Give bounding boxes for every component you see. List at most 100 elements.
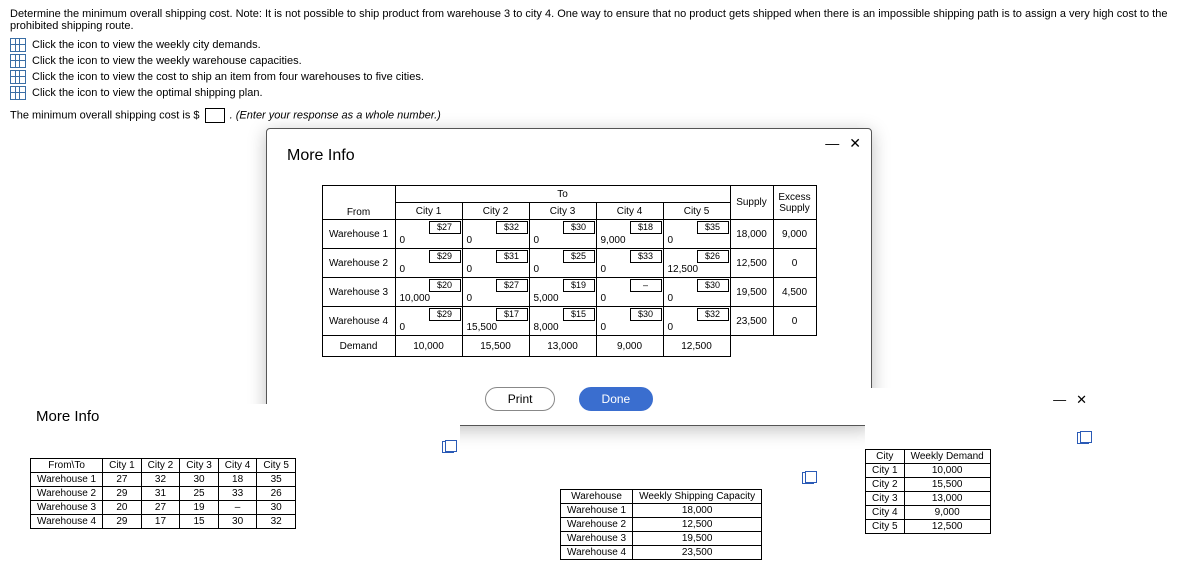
flow: 0 bbox=[668, 322, 674, 333]
th: Weekly Shipping Capacity bbox=[633, 490, 762, 504]
copy-icon[interactable] bbox=[802, 472, 814, 484]
cost: $27 bbox=[429, 221, 461, 234]
solved-table: From To Supply Excess Supply City 1 City… bbox=[322, 185, 817, 357]
th: City 2 bbox=[141, 459, 180, 473]
demand: 10,000 bbox=[395, 336, 462, 357]
demand-table: CityWeekly Demand City 110,000 City 215,… bbox=[865, 449, 991, 534]
th: Warehouse bbox=[561, 490, 633, 504]
excess: 0 bbox=[773, 249, 816, 278]
flow: 0 bbox=[467, 264, 473, 275]
th: From\To bbox=[31, 459, 103, 473]
demand-panel: — ✕ CityWeekly Demand City 110,000 City … bbox=[865, 388, 1095, 534]
table-row: City 512,500 bbox=[866, 520, 991, 534]
modal-title: More Info bbox=[287, 147, 857, 165]
close-icon[interactable]: ✕ bbox=[1076, 392, 1087, 408]
table-row: Warehouse 4 $290 $1715,500 $158,000 $300… bbox=[322, 307, 816, 336]
supply-header: Supply bbox=[730, 186, 773, 220]
col-city1: City 1 bbox=[395, 203, 462, 220]
cost: $18 bbox=[630, 221, 662, 234]
th: City bbox=[866, 450, 905, 464]
demand: 15,500 bbox=[462, 336, 529, 357]
link-city-demands[interactable]: Click the icon to view the weekly city d… bbox=[32, 39, 261, 51]
col-city2: City 2 bbox=[462, 203, 529, 220]
table-icon[interactable] bbox=[10, 86, 26, 100]
demand: 9,000 bbox=[596, 336, 663, 357]
table-icon[interactable] bbox=[10, 70, 26, 84]
copy-icon[interactable] bbox=[442, 441, 454, 453]
cost: – bbox=[630, 279, 662, 292]
table-row: Warehouse 2 $290 $310 $250 $330 $2612,50… bbox=[322, 249, 816, 278]
link-optimal-plan[interactable]: Click the icon to view the optimal shipp… bbox=[32, 87, 263, 99]
cost: $35 bbox=[697, 221, 729, 234]
cost: $31 bbox=[496, 250, 528, 263]
th: City 3 bbox=[180, 459, 219, 473]
flow: 0 bbox=[467, 235, 473, 246]
th: City 1 bbox=[103, 459, 142, 473]
link-shipping-costs[interactable]: Click the icon to view the cost to ship … bbox=[32, 71, 424, 83]
flow: 0 bbox=[668, 293, 674, 304]
more-info-modal: — ✕ More Info From To Supply Excess Supp… bbox=[266, 128, 872, 426]
cost-table: From\To City 1 City 2 City 3 City 4 City… bbox=[30, 458, 296, 529]
supply: 18,000 bbox=[730, 220, 773, 249]
cost: $29 bbox=[429, 308, 461, 321]
flow: 10,000 bbox=[400, 293, 431, 304]
minimize-icon[interactable]: — bbox=[1053, 392, 1066, 408]
demand-row: Demand 10,000 15,500 13,000 9,000 12,500 bbox=[322, 336, 816, 357]
panel-title: More Info bbox=[36, 408, 460, 425]
cost: $30 bbox=[630, 308, 662, 321]
flow: 0 bbox=[534, 235, 540, 246]
row-label: Warehouse 3 bbox=[322, 278, 395, 307]
table-row: Warehouse 1 $27 0 $32 0 $30 0 $18 9,000 $35 0… bbox=[322, 220, 816, 249]
col-city3: City 3 bbox=[529, 203, 596, 220]
table-row: Warehouse 42917153032 bbox=[31, 515, 296, 529]
demand: 13,000 bbox=[529, 336, 596, 357]
excess: 4,500 bbox=[773, 278, 816, 307]
flow: 0 bbox=[400, 235, 406, 246]
excess: 9,000 bbox=[773, 220, 816, 249]
col-city5: City 5 bbox=[663, 203, 730, 220]
print-button[interactable]: Print bbox=[485, 387, 556, 411]
answer-input[interactable] bbox=[205, 108, 225, 123]
question-text: Determine the minimum overall shipping c… bbox=[10, 8, 1200, 32]
demand-label: Demand bbox=[322, 336, 395, 357]
copy-icon[interactable] bbox=[1077, 432, 1089, 444]
table-row: Warehouse 12732301835 bbox=[31, 473, 296, 487]
flow: 0 bbox=[668, 235, 674, 246]
th: Weekly Demand bbox=[904, 450, 990, 464]
table-row: Warehouse 22931253326 bbox=[31, 487, 296, 501]
table-row: City 313,000 bbox=[866, 492, 991, 506]
row-label: Warehouse 2 bbox=[322, 249, 395, 278]
flow: 15,500 bbox=[467, 322, 498, 333]
cost: $25 bbox=[563, 250, 595, 263]
done-button[interactable]: Done bbox=[579, 387, 654, 411]
cost: $32 bbox=[496, 221, 528, 234]
supply: 12,500 bbox=[730, 249, 773, 278]
flow: 0 bbox=[601, 293, 607, 304]
cost: $32 bbox=[697, 308, 729, 321]
cost-panel: More Info From\To City 1 City 2 City 3 C… bbox=[30, 404, 460, 529]
table-icon[interactable] bbox=[10, 54, 26, 68]
row-label: Warehouse 1 bbox=[322, 220, 395, 249]
minimize-icon[interactable]: — bbox=[825, 135, 839, 152]
cost: $33 bbox=[630, 250, 662, 263]
demand: 12,500 bbox=[663, 336, 730, 357]
cost: $30 bbox=[563, 221, 595, 234]
table-row: Warehouse 212,500 bbox=[561, 518, 762, 532]
cost: $30 bbox=[697, 279, 729, 292]
col-city4: City 4 bbox=[596, 203, 663, 220]
capacity-panel: WarehouseWeekly Shipping Capacity Wareho… bbox=[560, 472, 820, 560]
table-icon[interactable] bbox=[10, 38, 26, 52]
flow: 0 bbox=[534, 264, 540, 275]
capacity-table: WarehouseWeekly Shipping Capacity Wareho… bbox=[560, 489, 762, 560]
excess: 0 bbox=[773, 307, 816, 336]
table-row: Warehouse 3 $2010,000 $270 $195,000 –0 $… bbox=[322, 278, 816, 307]
cost: $20 bbox=[429, 279, 461, 292]
flow: 12,500 bbox=[668, 264, 699, 275]
cost: $15 bbox=[563, 308, 595, 321]
table-row: City 215,500 bbox=[866, 478, 991, 492]
supply: 19,500 bbox=[730, 278, 773, 307]
table-row: City 110,000 bbox=[866, 464, 991, 478]
close-icon[interactable]: ✕ bbox=[849, 135, 861, 152]
link-warehouse-caps[interactable]: Click the icon to view the weekly wareho… bbox=[32, 55, 302, 67]
table-row: Warehouse 3202719–30 bbox=[31, 501, 296, 515]
